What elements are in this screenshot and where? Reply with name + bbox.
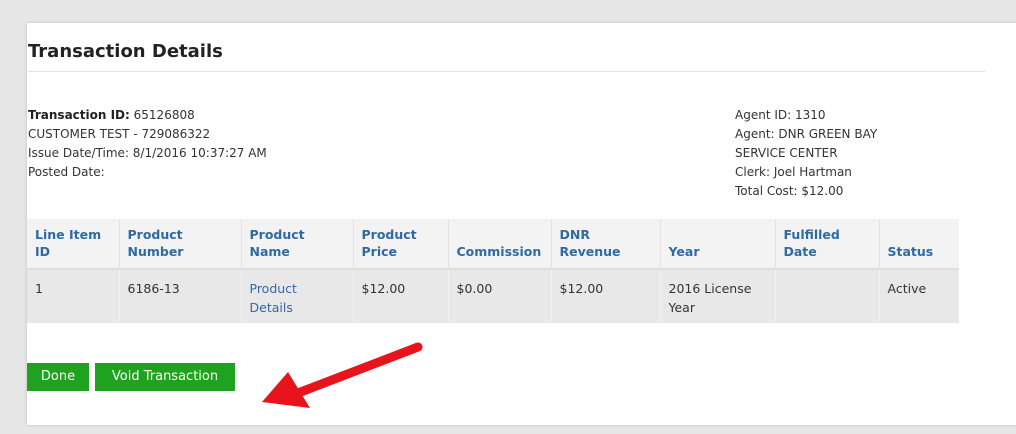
- transaction-info: Transaction ID: 65126808 CUSTOMER TEST -…: [28, 106, 267, 182]
- cell-status: Active: [878, 269, 959, 323]
- cell-product-number: 6186-13: [118, 269, 241, 323]
- col-header-dnr-revenue[interactable]: DNR Revenue: [550, 219, 660, 270]
- issue-datetime-line: Issue Date/Time: 8/1/2016 10:37:27 AM: [28, 146, 267, 160]
- posted-date-line: Posted Date:: [28, 165, 105, 179]
- col-header-product-price[interactable]: Product Price: [352, 219, 448, 270]
- col-header-fulfilled-date[interactable]: Fulfilled Date: [774, 219, 879, 270]
- transaction-id-label: Transaction ID:: [28, 108, 130, 122]
- customer-line: CUSTOMER TEST - 729086322: [28, 127, 211, 141]
- product-details-link[interactable]: Product Details: [240, 269, 353, 323]
- agent-name-line-1: Agent: DNR GREEN BAY: [735, 127, 878, 141]
- cell-line-item-id: 1: [27, 269, 119, 323]
- cell-fulfilled-date: [774, 269, 879, 323]
- cell-product-price: $12.00: [352, 269, 448, 323]
- total-cost-line: Total Cost: $12.00: [735, 184, 844, 198]
- table-header-row: Line Item ID Product Number Product Name Pr…: [27, 219, 959, 270]
- cell-year: 2016 License Year: [659, 269, 775, 323]
- clerk-line: Clerk: Joel Hartman: [735, 165, 852, 179]
- col-header-year[interactable]: Year: [659, 219, 775, 270]
- transaction-id-value: 65126808: [133, 108, 195, 122]
- cell-dnr-revenue: $12.00: [550, 269, 660, 323]
- cell-commission: $0.00: [447, 269, 551, 323]
- void-transaction-button[interactable]: Void Transaction: [95, 363, 235, 391]
- agent-id-line: Agent ID: 1310: [735, 108, 826, 122]
- col-header-product-name[interactable]: Product Name: [240, 219, 353, 270]
- col-header-status[interactable]: Status: [878, 219, 959, 270]
- title-divider: [28, 71, 985, 72]
- table-row: 1 6186-13 Product Details $12.00 $0.00 $1…: [27, 269, 959, 323]
- transaction-id-line: Transaction ID: 65126808: [28, 106, 267, 125]
- col-header-product-number[interactable]: Product Number: [118, 219, 241, 270]
- page-title: Transaction Details: [28, 41, 223, 62]
- agent-info: Agent ID: 1310 Agent: DNR GREEN BAY SERV…: [735, 106, 877, 201]
- done-button[interactable]: Done: [27, 363, 89, 391]
- col-header-line-item-id[interactable]: Line Item ID: [27, 219, 119, 270]
- agent-name-line-2: SERVICE CENTER: [735, 146, 838, 160]
- col-header-commission[interactable]: Commission: [447, 219, 551, 270]
- transaction-line-items-table: Line Item ID Product Number Product Name Pr…: [27, 219, 959, 323]
